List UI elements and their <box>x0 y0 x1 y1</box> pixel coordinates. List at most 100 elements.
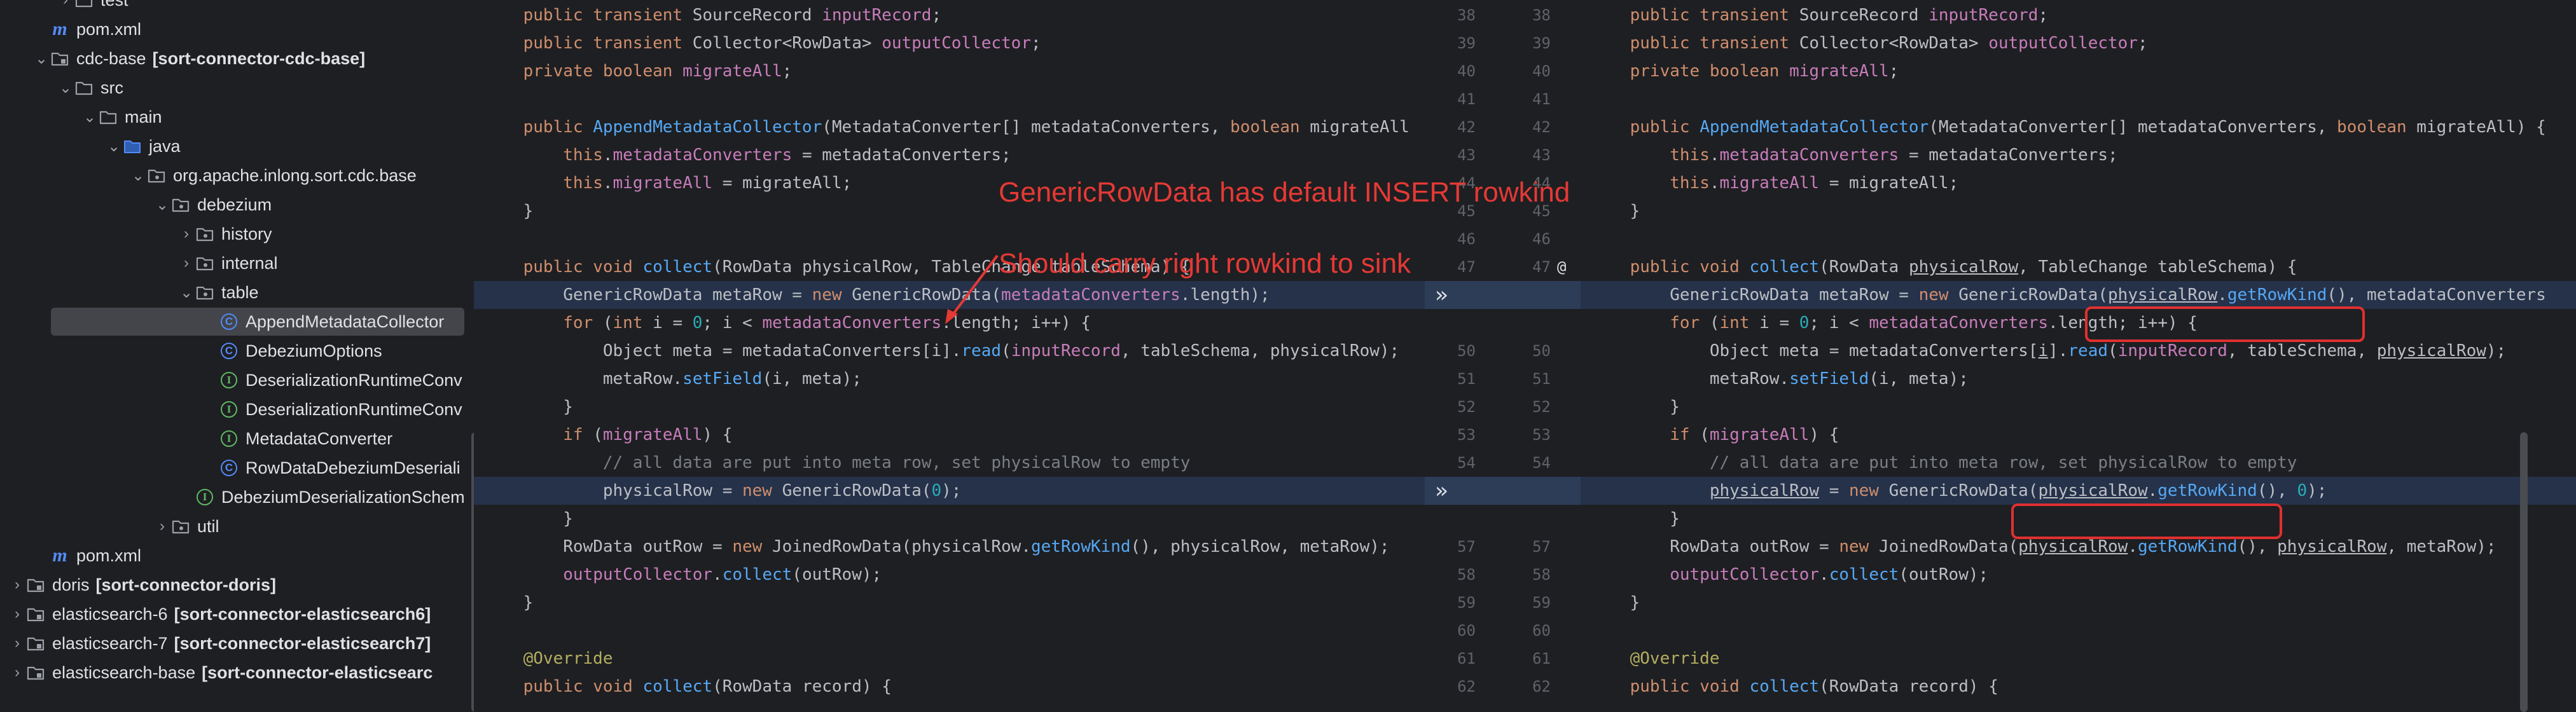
right-line-number <box>1513 505 1551 533</box>
tree-item[interactable]: › test <box>0 0 128 14</box>
chevron-down-icon[interactable]: ⌄ <box>81 108 98 127</box>
left-line-number: 41 <box>1457 90 1476 108</box>
code-line[interactable]: outputCollector.collect(outRow); <box>1590 561 1988 589</box>
chevron-right-icon[interactable]: › <box>178 254 195 272</box>
tree-item[interactable]: ⌄ debezium <box>0 191 272 219</box>
class-icon: C <box>219 458 239 478</box>
tree-item[interactable]: › doris [sort-connector-doris] <box>0 571 276 599</box>
code-line[interactable]: physicalRow = new GenericRowData(0); <box>483 477 962 505</box>
left-line-number: 46 <box>1457 230 1476 248</box>
code-line[interactable]: public transient Collector<RowData> outp… <box>1590 29 2148 57</box>
editor-scrollbar[interactable] <box>2520 432 2528 712</box>
tree-item[interactable]: › internal <box>0 249 278 277</box>
code-line[interactable]: // all data are put into meta row, set p… <box>483 449 1191 477</box>
chevron-down-icon[interactable]: ⌄ <box>57 79 74 97</box>
chevron-right-icon[interactable]: › <box>9 664 25 681</box>
tree-item[interactable]: › elasticsearch-base [sort-connector-elast… <box>0 659 433 687</box>
code-line[interactable]: } <box>483 197 534 225</box>
code-line[interactable]: this.migrateAll = migrateAll; <box>483 169 852 197</box>
code-line[interactable]: metaRow.setField(i, meta); <box>1590 365 1969 393</box>
code-line[interactable]: @Override <box>1590 645 1720 673</box>
code-line[interactable]: public void collect(RowData record) { <box>483 673 892 701</box>
tree-item[interactable]: ⌄ java <box>0 132 181 160</box>
chevron-right-icon[interactable]: › <box>9 605 25 623</box>
left-line-number: 54 <box>1457 454 1476 472</box>
code-line[interactable]: public void collect(RowData record) { <box>1590 673 1998 701</box>
code-line[interactable]: if (migrateAll) { <box>483 421 732 449</box>
tree-item[interactable]: › util <box>0 512 219 540</box>
folder-icon <box>74 78 94 98</box>
tree-item[interactable]: ⌄ org.apache.inlong.sort.cdc.base <box>0 161 417 189</box>
code-line[interactable]: this.migrateAll = migrateAll; <box>1590 169 1958 197</box>
code-line[interactable]: } <box>1590 505 1680 533</box>
tree-item-label: MetadataConverter <box>246 428 393 448</box>
code-line[interactable]: RowData outRow = new JoinedRowData(physi… <box>483 533 1389 561</box>
apply-change-arrow-icon[interactable]: » <box>1425 281 1581 309</box>
tree-item[interactable]: C RowDataDebeziumDeseriali <box>0 454 460 482</box>
code-line[interactable]: } <box>483 589 534 617</box>
code-line[interactable]: @Override <box>483 645 613 673</box>
tree-item-label: util <box>197 516 219 536</box>
code-line[interactable]: public transient Collector<RowData> outp… <box>483 29 1041 57</box>
right-line-number: 38 <box>1532 6 1551 24</box>
tree-item[interactable]: ⌄ main <box>0 103 162 131</box>
tree-item[interactable]: I DebeziumDeserializationSchem <box>0 483 465 511</box>
code-line[interactable]: Object meta = metadataConverters[i].read… <box>483 337 1399 365</box>
code-line[interactable]: // all data are put into meta row, set p… <box>1590 449 2297 477</box>
chevron-right-icon[interactable]: › <box>9 576 25 594</box>
code-line[interactable]: Object meta = metadataConverters[i].read… <box>1590 337 2506 365</box>
module-icon <box>50 48 70 69</box>
code-line[interactable]: } <box>1590 393 1680 421</box>
code-line[interactable]: public AppendMetadataCollector(MetadataC… <box>1590 113 2546 141</box>
apply-change-arrow-icon[interactable]: » <box>1425 477 1581 505</box>
code-line[interactable]: } <box>483 505 573 533</box>
tree-item[interactable]: ⌄ table <box>0 278 259 306</box>
code-line[interactable]: GenericRowData metaRow = new GenericRowD… <box>1590 281 2546 309</box>
code-line[interactable]: public transient SourceRecord inputRecor… <box>1590 1 2048 29</box>
chevron-right-icon[interactable]: › <box>57 0 74 9</box>
left-line-number: 40 <box>1457 62 1476 80</box>
chevron-right-icon[interactable]: › <box>154 517 170 535</box>
code-line[interactable]: } <box>483 393 573 421</box>
tree-item[interactable]: I MetadataConverter <box>0 425 392 453</box>
code-line[interactable]: public transient SourceRecord inputRecor… <box>483 1 941 29</box>
code-line[interactable]: } <box>1590 589 1640 617</box>
code-line[interactable]: metaRow.setField(i, meta); <box>483 365 862 393</box>
right-line-number: 42 <box>1532 118 1551 136</box>
tree-item[interactable]: C AppendMetadataCollector <box>51 308 464 336</box>
left-line-number: 43 <box>1457 146 1476 164</box>
code-line[interactable]: this.metadataConverters = metadataConver… <box>1590 141 2117 169</box>
tree-item[interactable]: › elasticsearch-6 [sort-connector-elastics… <box>0 600 431 628</box>
chevron-down-icon[interactable]: ⌄ <box>178 284 195 302</box>
chevron-right-icon[interactable]: › <box>178 225 195 243</box>
code-line[interactable]: physicalRow = new GenericRowData(physica… <box>1590 477 2327 505</box>
code-line[interactable]: outputCollector.collect(outRow); <box>483 561 882 589</box>
code-line[interactable]: } <box>1590 197 1640 225</box>
tree-item[interactable]: C DebeziumOptions <box>0 337 382 365</box>
tree-item[interactable]: m pom.xml <box>0 542 141 570</box>
right-line-number: 47 <box>1532 258 1551 276</box>
code-line[interactable]: public AppendMetadataCollector(MetadataC… <box>483 113 1409 141</box>
tree-item[interactable]: I DeserializationRuntimeConv <box>0 366 462 394</box>
left-line-number: 60 <box>1457 622 1476 640</box>
chevron-right-icon[interactable]: › <box>9 634 25 652</box>
code-line[interactable]: public void collect(RowData physicalRow,… <box>1590 253 2297 281</box>
tree-item[interactable]: › elasticsearch-7 [sort-connector-elastics… <box>0 629 431 657</box>
module-icon <box>25 633 46 654</box>
code-line[interactable]: private boolean migrateAll; <box>1590 57 1899 85</box>
chevron-down-icon[interactable]: ⌄ <box>106 137 122 156</box>
code-line[interactable]: if (migrateAll) { <box>1590 421 1839 449</box>
tree-item[interactable]: ⌄ cdc-base [sort-connector-cdc-base] <box>0 44 365 72</box>
code-line[interactable]: private boolean migrateAll; <box>483 57 793 85</box>
code-line[interactable]: this.metadataConverters = metadataConver… <box>483 141 1011 169</box>
tree-item[interactable]: m pom.xml <box>0 15 141 43</box>
chevron-down-icon[interactable]: ⌄ <box>154 196 170 214</box>
chevron-down-icon[interactable]: ⌄ <box>33 50 50 68</box>
chevron-down-icon[interactable]: ⌄ <box>130 167 146 185</box>
override-marker-icon[interactable]: @ <box>1557 253 1566 281</box>
right-line-number: 54 <box>1532 454 1551 472</box>
code-line[interactable]: GenericRowData metaRow = new GenericRowD… <box>483 281 1270 309</box>
tree-item[interactable]: ⌄ src <box>0 74 123 102</box>
tree-item[interactable]: I DeserializationRuntimeConv <box>0 395 462 423</box>
tree-item[interactable]: › history <box>0 220 272 248</box>
